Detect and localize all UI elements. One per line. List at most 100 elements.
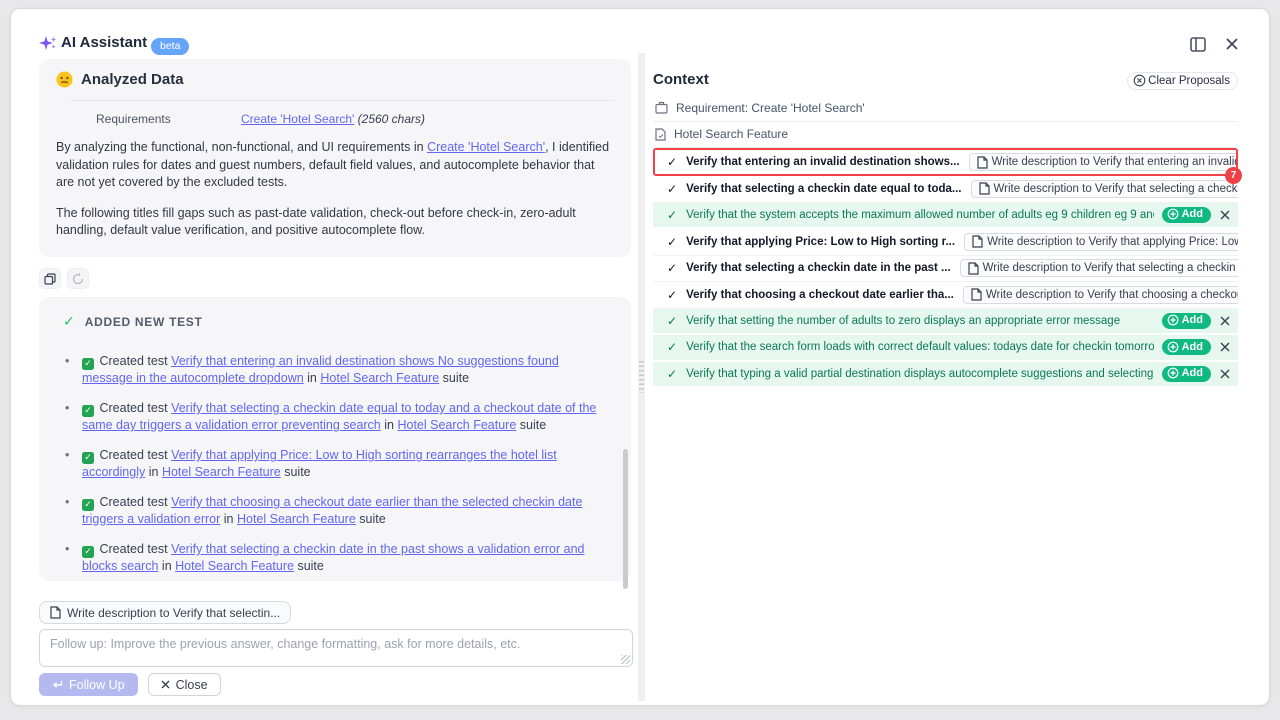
check-icon: ✓ (667, 182, 677, 196)
proposal-test-row[interactable]: ✓ Verify that the search form loads with… (653, 335, 1238, 362)
check-icon: ✓ (667, 367, 677, 381)
chip-label: Write description to Verify that selecti… (67, 606, 280, 620)
suite-word: suite (297, 559, 323, 573)
add-test-button[interactable]: Add (1162, 313, 1211, 329)
dismiss-proposal-icon[interactable] (1220, 369, 1230, 379)
pending-description-chip[interactable]: Write description to Verify that selecti… (39, 601, 291, 624)
test-title: Verify that the system accepts the maxim… (686, 209, 1154, 221)
bullet-icon: • (65, 400, 82, 434)
resize-handle[interactable] (621, 655, 630, 664)
test-title: Verify that the search form loads with c… (686, 341, 1154, 353)
in-word: in (307, 371, 317, 385)
success-check-icon: ✓ (63, 313, 75, 330)
analyzed-data-card: Analyzed Data Requirements Create 'Hotel… (39, 59, 631, 257)
test-title: Verify that applying Price: Low to High … (686, 236, 955, 248)
context-requirement-row[interactable]: Requirement: Create 'Hotel Search' (653, 95, 1238, 122)
created-test-prefix: Created test (99, 401, 167, 415)
pane-resize-grip[interactable] (639, 361, 644, 393)
context-feature-row[interactable]: Hotel Search Feature (653, 122, 1238, 149)
check-icon: ✓ (667, 340, 677, 354)
dismiss-proposal-icon[interactable] (1220, 342, 1230, 352)
close-label: Close (176, 678, 208, 692)
left-pane-scrollbar[interactable] (623, 449, 628, 589)
add-label: Add (1182, 314, 1203, 326)
bullet-icon: • (65, 353, 82, 387)
analyzed-data-heading: Analyzed Data (81, 71, 184, 88)
proposal-count-badge: 7 (1225, 167, 1242, 184)
suite-link[interactable]: Hotel Search Feature (237, 512, 356, 526)
requirement-inline-link[interactable]: Create 'Hotel Search' (427, 140, 545, 154)
follow-up-button[interactable]: Follow Up (39, 673, 138, 696)
close-button[interactable]: Close (148, 673, 221, 696)
created-tests-list: • ✓ Created test Verify that entering an… (59, 353, 611, 575)
green-check-emoji-icon: ✓ (82, 452, 94, 464)
close-x-icon (161, 680, 170, 689)
add-test-button[interactable]: Add (1162, 366, 1211, 382)
created-test-prefix: Created test (99, 354, 167, 368)
test-title: Verify that choosing a checkout date ear… (686, 289, 954, 301)
test-title: Verify that selecting a checkin date in … (686, 262, 951, 274)
suite-link[interactable]: Hotel Search Feature (320, 371, 439, 385)
created-test-prefix: Created test (99, 448, 167, 462)
dismiss-proposal-icon[interactable] (1220, 316, 1230, 326)
add-test-button[interactable]: Add (1162, 339, 1211, 355)
chip-label: Write description to Verify that applyin… (987, 236, 1238, 248)
add-label: Add (1182, 341, 1203, 353)
suite-link[interactable]: Hotel Search Feature (162, 465, 281, 479)
requirement-link[interactable]: Create 'Hotel Search' (241, 112, 354, 126)
proposal-test-row[interactable]: ✓ Verify that the system accepts the max… (653, 203, 1238, 230)
in-word: in (224, 512, 234, 526)
list-item: • ✓ Created test Verify that applying Pr… (65, 447, 611, 481)
circle-x-icon (1133, 74, 1146, 87)
created-test-prefix: Created test (99, 495, 167, 509)
document-icon (50, 606, 61, 619)
requirement-chars-meta: (2560 chars) (358, 112, 425, 126)
add-test-button[interactable]: Add (1162, 207, 1211, 223)
test-row[interactable]: ✓ Verify that choosing a checkout date e… (653, 282, 1238, 309)
context-requirement-label: Requirement: Create 'Hotel Search' (676, 101, 865, 115)
follow-up-placeholder: Follow up: Improve the previous answer, … (50, 637, 520, 651)
ai-assistant-panel: AI Assistant beta Analyzed Data (10, 8, 1270, 706)
write-description-chip[interactable]: Write description to Verify that selecti… (960, 259, 1238, 277)
thinking-emoji-icon (56, 71, 73, 88)
close-panel-icon[interactable] (1225, 37, 1239, 51)
green-check-emoji-icon: ✓ (82, 499, 94, 511)
write-description-chip[interactable]: Write description to Verify that enterin… (969, 153, 1236, 171)
test-row[interactable]: ✓ Verify that applying Price: Low to Hig… (653, 229, 1238, 256)
copy-icon[interactable] (39, 268, 61, 289)
sparkles-icon (38, 34, 58, 54)
check-icon: ✓ (667, 208, 677, 222)
test-row[interactable]: ✓ Verify that entering an invalid destin… (655, 150, 1236, 174)
check-icon: ✓ (667, 155, 677, 169)
requirements-label: Requirements (96, 112, 241, 126)
write-description-chip[interactable]: Write description to Verify that applyin… (964, 233, 1238, 251)
divider (70, 100, 614, 101)
green-check-emoji-icon: ✓ (82, 546, 94, 558)
chip-label: Write description to Verify that selecti… (994, 183, 1238, 195)
proposal-test-row[interactable]: ✓ Verify that typing a valid partial des… (653, 362, 1238, 389)
follow-up-input[interactable]: Follow up: Improve the previous answer, … (39, 629, 633, 667)
regenerate-icon[interactable] (67, 268, 89, 289)
test-title: Verify that typing a valid partial desti… (686, 368, 1154, 380)
write-description-chip[interactable]: Write description to Verify that choosin… (963, 286, 1238, 304)
suite-link[interactable]: Hotel Search Feature (397, 418, 516, 432)
proposal-test-row[interactable]: ✓ Verify that setting the number of adul… (653, 309, 1238, 336)
chip-label: Write description to Verify that choosin… (986, 289, 1238, 301)
context-pane: Context Clear Proposals Requirement: Cre… (653, 65, 1238, 685)
test-title: Verify that selecting a checkin date equ… (686, 183, 961, 195)
bullet-icon: • (65, 494, 82, 528)
test-row[interactable]: ✓ Verify that selecting a checkin date i… (653, 256, 1238, 283)
test-row[interactable]: ✓ Verify that selecting a checkin date e… (653, 176, 1238, 203)
side-panel-toggle-icon[interactable] (1189, 35, 1207, 53)
list-item: • ✓ Created test Verify that selecting a… (65, 400, 611, 434)
dismiss-proposal-icon[interactable] (1220, 210, 1230, 220)
bullet-icon: • (65, 541, 82, 575)
write-description-chip[interactable]: Write description to Verify that selecti… (971, 180, 1238, 198)
check-icon: ✓ (667, 288, 677, 302)
green-check-emoji-icon: ✓ (82, 358, 94, 370)
clear-proposals-button[interactable]: Clear Proposals (1127, 72, 1238, 90)
context-heading: Context (653, 71, 709, 88)
suite-link[interactable]: Hotel Search Feature (175, 559, 294, 573)
created-test-prefix: Created test (99, 542, 167, 556)
suite-word: suite (520, 418, 546, 432)
